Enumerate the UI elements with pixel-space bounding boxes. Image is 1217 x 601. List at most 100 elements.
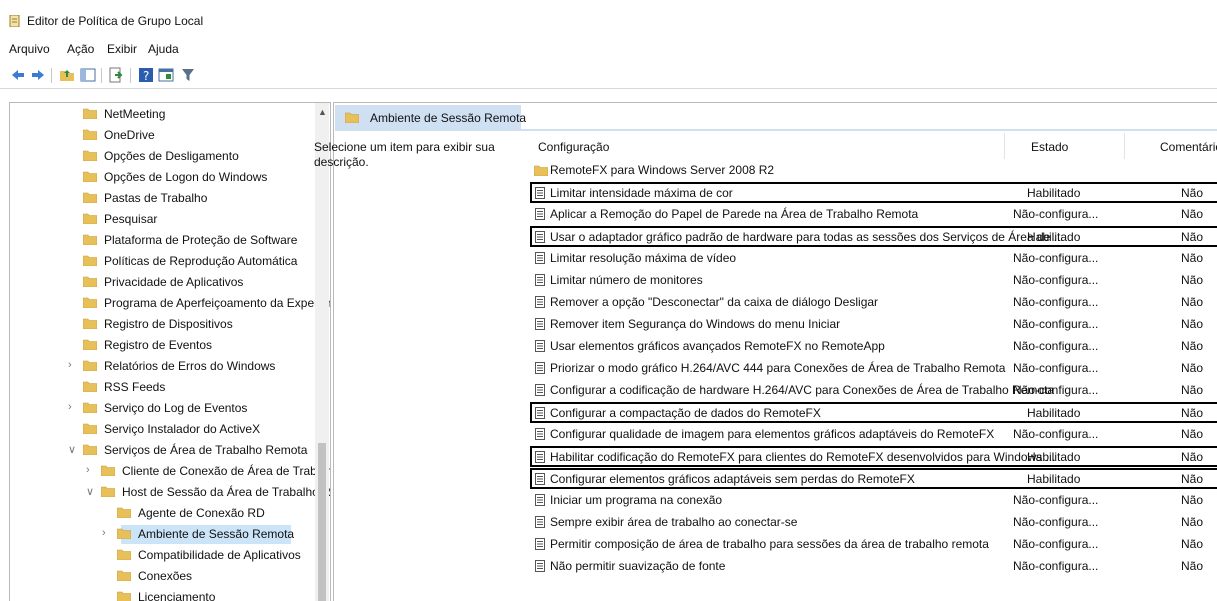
menu-ajuda[interactable]: Ajuda (148, 42, 179, 56)
tree-item[interactable]: Plataforma de Proteção de Software (10, 230, 315, 251)
tree-item[interactable]: › Cliente de Conexão de Área de Trabalho (10, 461, 330, 482)
policy-comment: Não (1181, 406, 1204, 420)
policy-state: Não-configura... (1013, 559, 1099, 573)
chevron-right-icon[interactable]: › (68, 359, 72, 371)
menu-arquivo[interactable]: Arquivo (9, 42, 50, 56)
scroll-up-icon[interactable]: ▲ (318, 107, 327, 117)
tree-item[interactable]: Agente de Conexão RD (10, 503, 315, 524)
tree-item[interactable]: Privacidade de Aplicativos (10, 272, 315, 293)
policy-row[interactable]: Não permitir suavização de fonte Não-conf… (532, 556, 1217, 577)
export-list-icon[interactable] (108, 67, 124, 83)
show-hide-tree-icon[interactable] (80, 67, 96, 83)
tree-item-label: Registro de Dispositivos (104, 317, 233, 331)
tree-item-label: Cliente de Conexão de Área de Trabalho (122, 464, 331, 478)
policy-row[interactable]: Usar elementos gráficos avançados Remote… (532, 336, 1217, 357)
policy-row[interactable]: Configurar a codificação de hardware H.2… (532, 380, 1217, 401)
policy-setting-icon (535, 296, 545, 308)
tree-item[interactable]: ∨ Serviços de Área de Trabalho Remota (10, 440, 315, 461)
policy-row[interactable]: Configurar a compactação de dados do Rem… (530, 402, 1217, 423)
policy-row[interactable]: Configurar elementos gráficos adaptáveis… (530, 468, 1217, 489)
tree-item[interactable]: › Ambiente de Sessão Remota (10, 524, 315, 545)
policy-row[interactable]: Sempre exibir área de trabalho ao conect… (532, 512, 1217, 533)
policy-row[interactable]: Limitar resolução máxima de vídeo Não-con… (532, 248, 1217, 269)
tree-scrollbar[interactable]: ▲ (315, 103, 329, 601)
chevron-down-icon[interactable]: ∨ (86, 485, 94, 498)
policy-name: Sempre exibir área de trabalho ao conect… (550, 515, 798, 529)
tree-item-label: Relatórios de Erros do Windows (104, 359, 276, 373)
menu-exibir[interactable]: Exibir (107, 42, 137, 56)
tree-item-label: Registro de Eventos (104, 338, 213, 352)
policy-name: Limitar número de monitores (550, 273, 703, 287)
folder-icon (83, 213, 97, 224)
tree-item[interactable]: Políticas de Reprodução Automática (10, 251, 315, 272)
policy-row[interactable]: Remover item Segurança do Windows do men… (532, 314, 1217, 335)
tree-item[interactable]: Licenciamento (10, 587, 315, 601)
tree-item[interactable]: NetMeeting (10, 104, 315, 125)
policy-comment: Não (1181, 295, 1204, 309)
tree-item-label: Pastas de Trabalho (104, 191, 208, 205)
tree-item-label: Conexões (138, 569, 193, 583)
policy-row[interactable]: Aplicar a Remoção do Papel de Parede na … (532, 204, 1217, 225)
tree-item[interactable]: OneDrive (10, 125, 315, 146)
policy-row[interactable]: Usar o adaptador gráfico padrão de hardw… (530, 226, 1217, 247)
policy-comment: Não (1181, 317, 1204, 331)
policy-setting-icon (535, 187, 545, 199)
policy-row[interactable]: Habilitar codificação do RemoteFX para c… (530, 446, 1217, 467)
tree-item-label: Opções de Logon do Windows (104, 170, 268, 184)
up-folder-icon[interactable] (59, 67, 75, 83)
tree-item[interactable]: Registro de Eventos (10, 335, 315, 356)
details-pane: Ambiente de Sessão Remota Selecione um i… (314, 102, 1217, 601)
chevron-right-icon[interactable]: › (102, 527, 106, 539)
policy-row[interactable]: Priorizar o modo gráfico H.264/AVC 444 p… (532, 358, 1217, 379)
forward-arrow-icon[interactable] (30, 67, 46, 83)
policy-setting-icon (535, 318, 545, 330)
column-header-comment[interactable]: Comentário (1160, 140, 1217, 154)
tree-item[interactable]: RSS Feeds (10, 377, 315, 398)
tree-item[interactable]: Opções de Desligamento (10, 146, 315, 167)
tree-item[interactable]: Serviço Instalador do ActiveX (10, 419, 315, 440)
tree-item[interactable]: Conexões (10, 566, 315, 587)
filter-icon[interactable] (180, 67, 196, 83)
policy-comment: Não (1181, 559, 1204, 573)
policy-row[interactable]: Limitar número de monitores Não-configura… (532, 270, 1217, 291)
navigation-tree[interactable]: NetMeeting OneDrive Opções de Desligamento… (9, 102, 331, 601)
policy-setting-icon (535, 494, 545, 506)
menu-acao[interactable]: Ação (67, 42, 94, 56)
tree-item[interactable]: › Relatórios de Erros do Windows (10, 356, 315, 377)
properties-icon[interactable] (158, 67, 174, 83)
svg-text:?: ? (143, 69, 149, 83)
policy-state: Habilitado (1027, 230, 1081, 244)
help-icon[interactable]: ? (138, 67, 154, 83)
tree-item[interactable]: Pesquisar (10, 209, 315, 230)
policy-row[interactable]: Limitar intensidade máxima de cor Habilit… (530, 182, 1217, 203)
policy-state: Não-configura... (1013, 339, 1099, 353)
tree-item[interactable]: Pastas de Trabalho (10, 188, 315, 209)
tree-item[interactable]: Registro de Dispositivos (10, 314, 315, 335)
policy-row[interactable]: Iniciar um programa na conexão Não-config… (532, 490, 1217, 511)
policy-row[interactable]: Permitir composição de área de trabalho … (532, 534, 1217, 555)
policy-comment: Não (1181, 472, 1204, 486)
policy-setting-icon (535, 516, 545, 528)
chevron-down-icon[interactable]: ∨ (68, 443, 76, 456)
window-title: Editor de Política de Grupo Local (27, 14, 204, 28)
policy-state: Não-configura... (1013, 317, 1099, 331)
folder-icon (83, 444, 97, 455)
tree-item-label: OneDrive (104, 128, 155, 142)
policy-name: Permitir composição de área de trabalho … (550, 537, 989, 551)
policy-row[interactable]: Remover a opção "Desconectar" da caixa d… (532, 292, 1217, 313)
policy-editor-app-icon (9, 15, 20, 27)
policy-folder-row[interactable]: RemoteFX para Windows Server 2008 R2 (532, 160, 1217, 181)
scroll-thumb[interactable] (318, 443, 326, 601)
column-header-config[interactable]: Configuração (538, 140, 609, 154)
column-header-state[interactable]: Estado (1031, 140, 1068, 154)
back-arrow-icon[interactable] (10, 67, 26, 83)
tree-item[interactable]: Compatibilidade de Aplicativos (10, 545, 315, 566)
tree-item[interactable]: › Serviço do Log de Eventos (10, 398, 315, 419)
policy-row[interactable]: Configurar qualidade de imagem para elem… (532, 424, 1217, 445)
chevron-right-icon[interactable]: › (86, 464, 90, 476)
tree-item[interactable]: ∨ Host de Sessão da Área de Trabalho Rem (10, 482, 330, 503)
tree-item[interactable]: Programa de Aperfeiçoamento da Experiênc (10, 293, 330, 314)
tree-item[interactable]: Opções de Logon do Windows (10, 167, 315, 188)
policy-state: Não-configura... (1013, 383, 1099, 397)
chevron-right-icon[interactable]: › (68, 401, 72, 413)
